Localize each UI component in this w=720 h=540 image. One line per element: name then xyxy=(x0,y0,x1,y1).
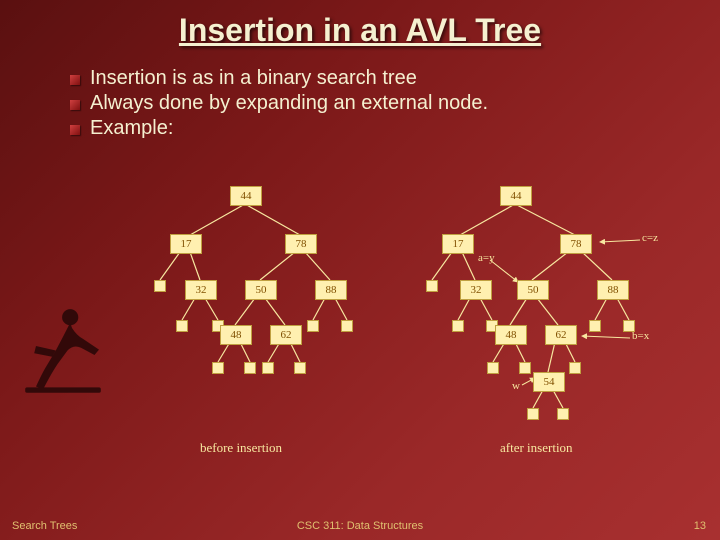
bullet-list: Insertion is as in a binary search tree … xyxy=(70,67,720,140)
footer-page-number: 13 xyxy=(694,520,706,532)
external-node xyxy=(307,320,319,332)
external-node xyxy=(569,362,581,374)
label-w: w xyxy=(512,380,520,392)
external-node xyxy=(452,320,464,332)
page-title: Insertion in an AVL Tree xyxy=(0,0,720,49)
node-44: 44 xyxy=(230,186,262,206)
node-88-r: 88 xyxy=(597,280,629,300)
external-node xyxy=(519,362,531,374)
external-node xyxy=(426,280,438,292)
bullet-icon xyxy=(70,100,80,110)
node-62: 62 xyxy=(270,325,302,345)
external-node xyxy=(176,320,188,332)
node-78-r: 78 xyxy=(560,234,592,254)
bullet-text: Example: xyxy=(90,117,173,140)
external-node xyxy=(527,408,539,420)
footer-center: CSC 311: Data Structures xyxy=(0,520,720,532)
label-bx: b=x xyxy=(632,330,649,342)
node-50: 50 xyxy=(245,280,277,300)
external-node xyxy=(341,320,353,332)
node-88: 88 xyxy=(315,280,347,300)
bullet-icon xyxy=(70,75,80,85)
external-node xyxy=(212,362,224,374)
node-48-r: 48 xyxy=(495,325,527,345)
caption-after: after insertion xyxy=(500,440,573,456)
list-item: Insertion is as in a binary search tree xyxy=(70,67,720,90)
node-32-r: 32 xyxy=(460,280,492,300)
node-32: 32 xyxy=(185,280,217,300)
node-17-r: 17 xyxy=(442,234,474,254)
external-node xyxy=(294,362,306,374)
bullet-text: Always done by expanding an external nod… xyxy=(90,92,488,115)
node-54-r: 54 xyxy=(533,372,565,392)
external-node xyxy=(487,362,499,374)
node-44-r: 44 xyxy=(500,186,532,206)
external-node xyxy=(244,362,256,374)
external-node xyxy=(589,320,601,332)
external-node xyxy=(557,408,569,420)
bullet-text: Insertion is as in a binary search tree xyxy=(90,67,417,90)
list-item: Always done by expanding an external nod… xyxy=(70,92,720,115)
node-50-r: 50 xyxy=(517,280,549,300)
bullet-icon xyxy=(70,125,80,135)
node-48: 48 xyxy=(220,325,252,345)
label-ay: a=y xyxy=(478,252,495,264)
node-17: 17 xyxy=(170,234,202,254)
node-62-r: 62 xyxy=(545,325,577,345)
label-cz: c=z xyxy=(642,232,658,244)
external-node xyxy=(262,362,274,374)
edges-svg xyxy=(0,180,720,480)
tree-diagram: 44 17 78 32 50 88 48 62 44 17 78 32 50 8… xyxy=(0,180,720,480)
caption-before: before insertion xyxy=(200,440,282,456)
external-node xyxy=(154,280,166,292)
node-78: 78 xyxy=(285,234,317,254)
list-item: Example: xyxy=(70,117,720,140)
